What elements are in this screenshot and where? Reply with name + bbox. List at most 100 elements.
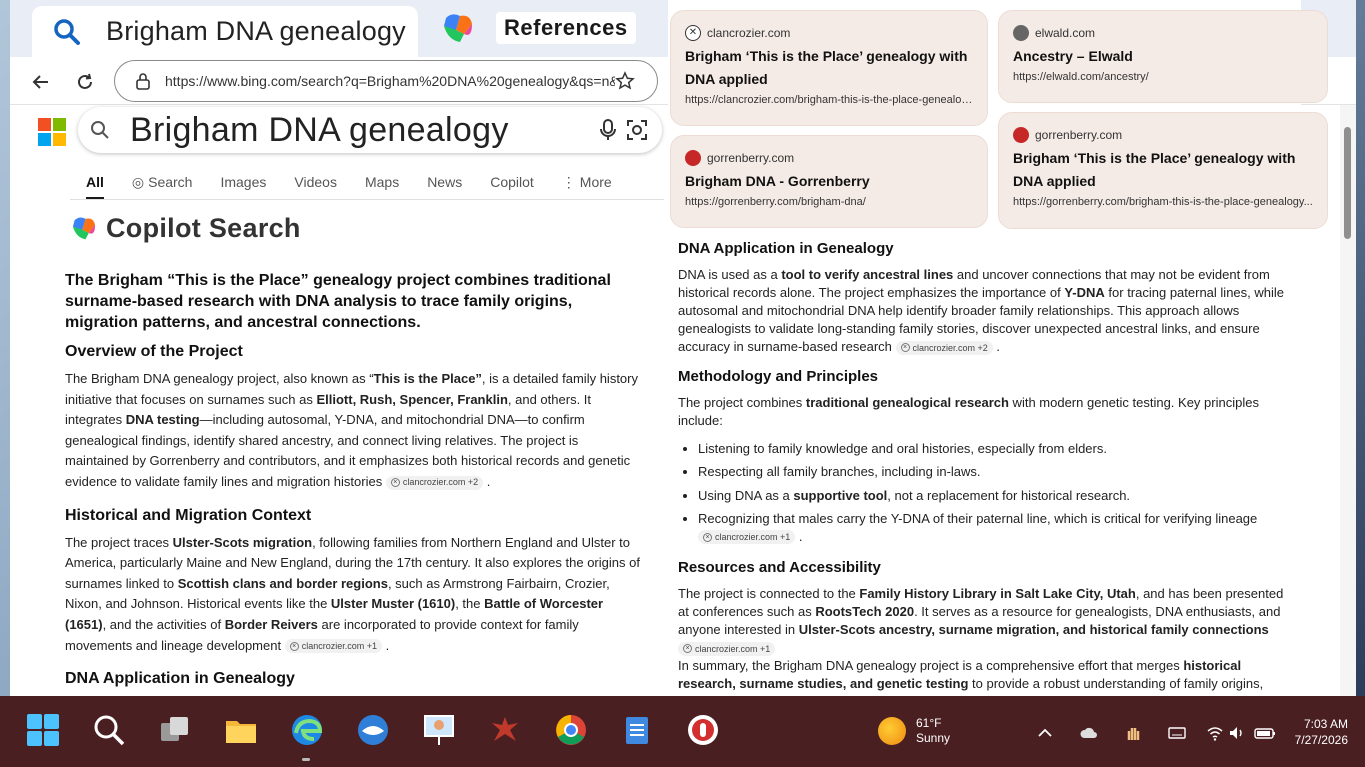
microsoft-logo-icon[interactable]: [38, 118, 66, 146]
card-title[interactable]: Ancestry – Elwald: [1013, 45, 1313, 68]
keyboard-icon[interactable]: [1168, 724, 1186, 742]
heading-overview: Overview of the Project: [65, 343, 243, 360]
search-box[interactable]: Brigham DNA genealogy: [78, 107, 662, 153]
reference-card[interactable]: gorrenberry.com Brigham DNA - Gorrenberr…: [670, 135, 988, 228]
card-url: https://gorrenberry.com/brigham-dna/: [685, 196, 866, 208]
list-item: Respecting all family branches, includin…: [698, 463, 1288, 481]
bold-text: Ulster-Scots ancestry, surname migration…: [798, 622, 1269, 638]
reference-card[interactable]: elwald.com Ancestry – Elwald https://elw…: [998, 10, 1328, 103]
text: DNA is used as a: [678, 267, 782, 282]
weather-widget[interactable]: 61°F Sunny: [878, 716, 950, 746]
star-icon[interactable]: [615, 71, 635, 91]
copilot-icon: [72, 216, 96, 239]
battery-icon[interactable]: [1254, 724, 1276, 742]
citation-badge[interactable]: × clancrozier.com +2: [385, 475, 484, 490]
more-dots-icon: ⋮: [561, 173, 576, 190]
text: The Brigham DNA genealogy project, also …: [65, 371, 374, 386]
heading-resources: Resources and Accessibility: [678, 559, 881, 577]
card-domain: gorrenberry.com: [1013, 127, 1313, 143]
system-clock[interactable]: 7:03 AM 7/27/2026: [1286, 716, 1348, 748]
gorrenberry-favicon-icon: [1013, 127, 1029, 143]
scrollbar-thumb[interactable]: [1344, 127, 1351, 239]
gecko-app-icon[interactable]: [488, 713, 522, 747]
heading-history: Historical and Migration Context: [65, 506, 312, 524]
heading-dna: DNA Application in Genealogy: [65, 670, 295, 688]
citation-icon: ×: [683, 644, 692, 654]
visual-search-icon[interactable]: [626, 119, 648, 141]
tab-images[interactable]: Images: [220, 170, 266, 194]
tab-more[interactable]: ⋮ More: [562, 170, 612, 194]
thunderbird-icon[interactable]: [356, 713, 390, 747]
bold-text: traditional genealogical research: [805, 395, 1009, 410]
task-view-icon[interactable]: [158, 713, 192, 747]
tab-maps[interactable]: Maps: [365, 170, 399, 194]
windows-start-icon[interactable]: [26, 713, 60, 747]
citation-label: clancrozier.com +2: [912, 342, 988, 353]
edge-browser-icon[interactable]: [290, 713, 324, 747]
card-title[interactable]: Brigham ‘This is the Place’ genealogy wi…: [685, 45, 973, 91]
tab-title: Brigham DNA genealogy: [106, 16, 406, 46]
answer-left-column: The Brigham “This is the Place” genealog…: [65, 270, 645, 688]
principles-list: Listening to family knowledge and oral h…: [678, 440, 1288, 545]
tab-all[interactable]: All: [86, 170, 104, 200]
bold-text: Scottish clans and border regions: [177, 575, 388, 591]
reference-card[interactable]: gorrenberry.com Brigham ‘This is the Pla…: [998, 112, 1328, 229]
bold-text: DNA testing: [125, 412, 200, 428]
search-icon[interactable]: [90, 120, 110, 140]
file-explorer-icon[interactable]: [224, 713, 258, 747]
notepad-icon[interactable]: [620, 713, 654, 747]
onedrive-cloud-icon[interactable]: [1080, 724, 1098, 742]
tab-videos[interactable]: Videos: [294, 170, 337, 194]
citation-badge[interactable]: × clancrozier.com +2: [895, 340, 993, 355]
back-arrow-icon[interactable]: [30, 71, 52, 93]
refresh-icon[interactable]: [74, 71, 96, 93]
wifi-icon[interactable]: [1206, 724, 1224, 742]
bold-text: Border Reivers: [224, 616, 318, 632]
citation-icon: ×: [703, 532, 712, 542]
reference-card[interactable]: ✕ clancrozier.com Brigham ‘This is the Pl…: [670, 10, 988, 126]
elwald-favicon-icon: [1013, 25, 1029, 41]
address-bar[interactable]: https://www.bing.com/search?q=Brigham%20…: [114, 60, 658, 102]
lock-icon[interactable]: [135, 72, 151, 90]
copilot-small-icon: ◎: [131, 173, 145, 190]
citation-label: clancrozier.com +2: [402, 477, 479, 488]
tab-news[interactable]: News: [427, 170, 462, 194]
text: , and the activities of: [102, 616, 225, 632]
vertical-scrollbar[interactable]: [1340, 105, 1356, 696]
password-manager-icon[interactable]: [686, 713, 720, 747]
presentation-app-icon[interactable]: [422, 713, 456, 747]
microphone-icon[interactable]: [598, 119, 618, 141]
tab-references[interactable]: References: [496, 12, 636, 44]
answer-lead: The Brigham “This is the Place” genealog…: [65, 272, 611, 331]
weather-text: 61°F Sunny: [916, 716, 950, 746]
copilot-icon[interactable]: [438, 10, 478, 48]
sun-icon: [878, 717, 906, 745]
hand-app-icon[interactable]: [1124, 724, 1142, 742]
citation-label: clancrozier.com +1: [695, 643, 771, 654]
citation-badge[interactable]: × clancrozier.com +1: [284, 639, 383, 654]
paragraph-dna: DNA is used as a tool to verify ancestra…: [678, 266, 1288, 356]
search-input[interactable]: Brigham DNA genealogy: [130, 111, 509, 150]
domain-label: gorrenberry.com: [707, 151, 795, 165]
chrome-browser-icon[interactable]: [554, 713, 588, 747]
list-item: Using DNA as a supportive tool, not a re…: [698, 487, 1288, 505]
tab-more-label: More: [579, 174, 612, 190]
chevron-up-icon[interactable]: [1036, 724, 1054, 742]
text: Recognizing that males carry the Y-DNA o…: [698, 511, 1258, 527]
citation-badge[interactable]: × clancrozier.com +1: [678, 641, 776, 656]
tab-search[interactable]: ◎ Search: [132, 170, 193, 194]
card-title[interactable]: Brigham DNA - Gorrenberry: [685, 170, 973, 193]
paragraph-overview: The Brigham DNA genealogy project, also …: [65, 369, 645, 493]
bold-text: Ulster Muster (1610): [330, 596, 456, 612]
card-title[interactable]: Brigham ‘This is the Place’ genealogy wi…: [1013, 147, 1313, 193]
bold-text: This is the Place”: [373, 371, 482, 386]
taskbar-search-icon[interactable]: [92, 713, 126, 747]
card-url: https://clancrozier.com/brigham-this-is-…: [685, 94, 973, 106]
tab-active[interactable]: Brigham DNA genealogy: [32, 6, 418, 57]
tab-copilot[interactable]: Copilot: [490, 170, 534, 194]
volume-icon[interactable]: [1228, 724, 1246, 742]
bold-text: Ulster-Scots migration: [172, 534, 313, 550]
citation-badge[interactable]: × clancrozier.com +1: [698, 530, 796, 545]
text: The project traces: [65, 534, 173, 550]
paragraph-history: The project traces Ulster-Scots migratio…: [65, 533, 645, 657]
